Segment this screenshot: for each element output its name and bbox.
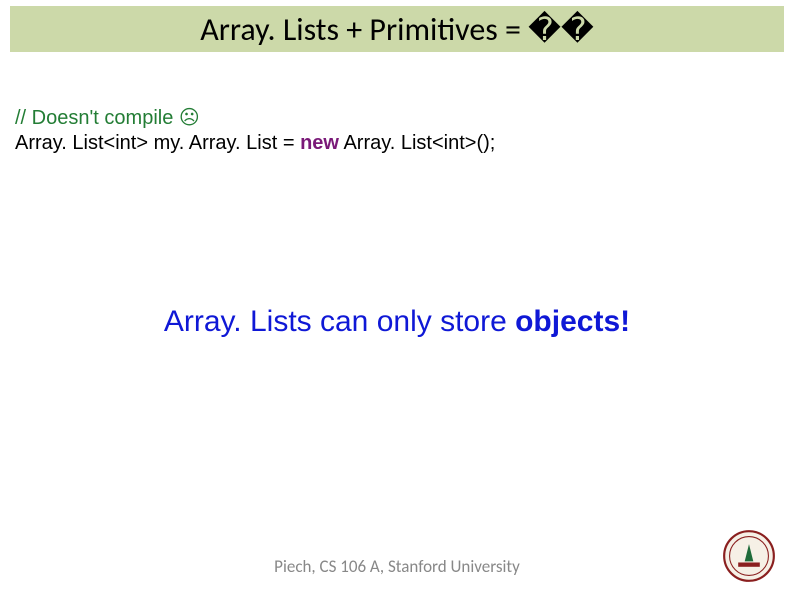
slide-title: Array. Lists + Primitives = �� bbox=[200, 10, 594, 49]
code-keyword-new: new bbox=[300, 132, 339, 154]
code-comment: // Doesn't compile ☹ bbox=[15, 106, 495, 131]
code-line-post: Array. List<int>(); bbox=[339, 132, 495, 154]
main-statement-bold: objects! bbox=[515, 305, 630, 338]
title-bar: Array. Lists + Primitives = �� bbox=[10, 6, 784, 52]
stanford-seal-icon bbox=[722, 529, 776, 583]
code-block: // Doesn't compile ☹ Array. List<int> my… bbox=[15, 106, 495, 156]
main-statement: Array. Lists can only store objects! bbox=[0, 305, 794, 339]
footer-text: Piech, CS 106 A, Stanford University bbox=[0, 556, 794, 577]
main-statement-pre: Array. Lists can only store bbox=[164, 305, 515, 338]
code-line: Array. List<int> my. Array. List = new A… bbox=[15, 131, 495, 156]
code-line-pre: Array. List<int> my. Array. List = bbox=[15, 132, 300, 154]
